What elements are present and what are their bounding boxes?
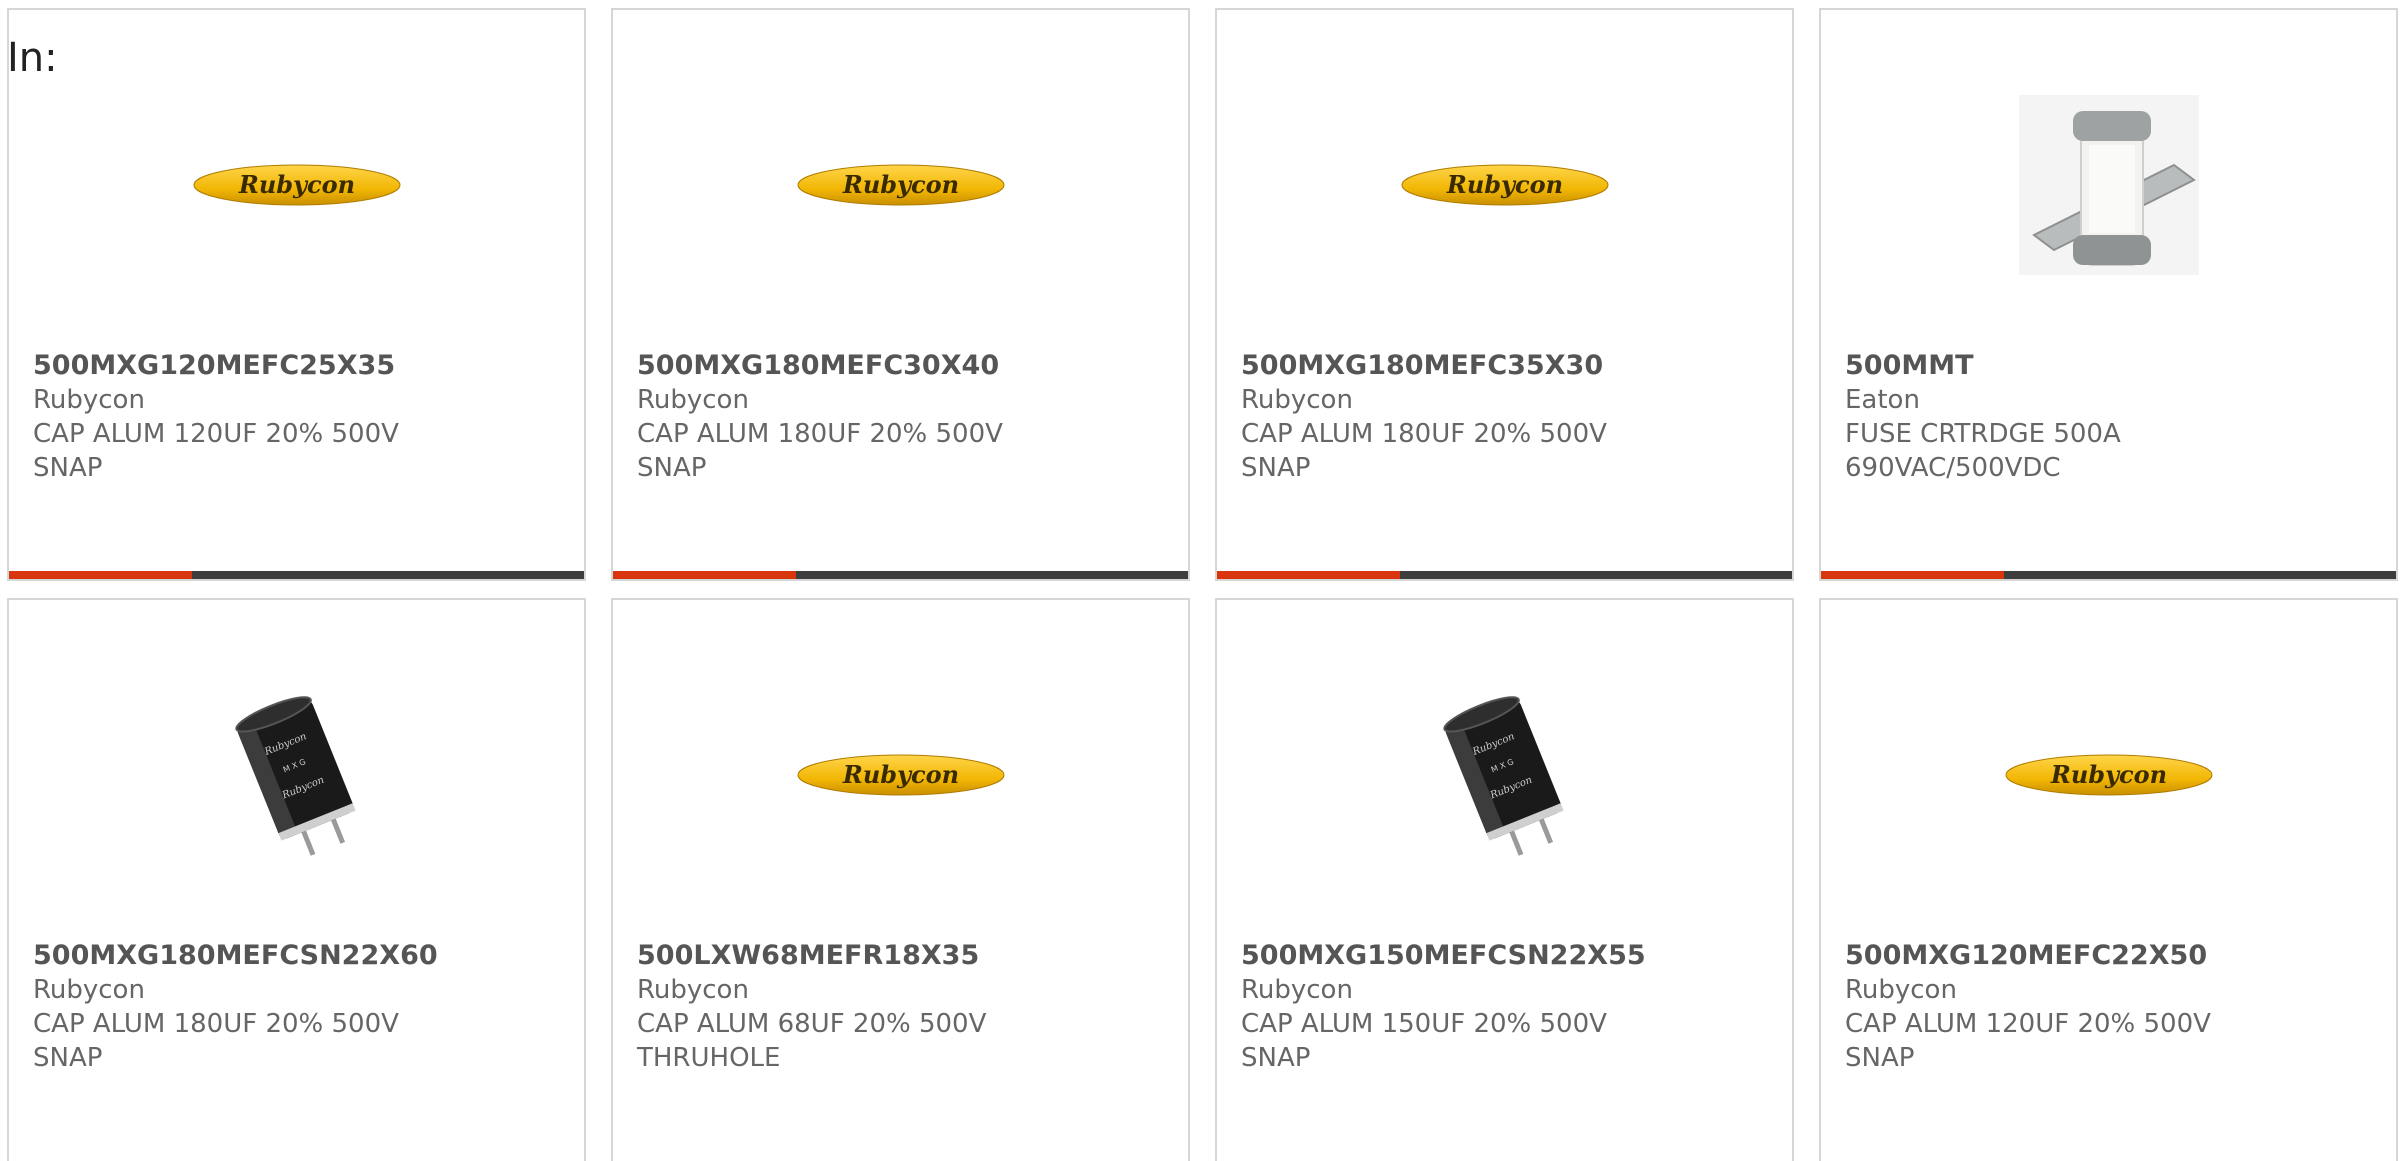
product-card[interactable]: 500MMT Eaton FUSE CRTRDGE 500A 690VAC/50…	[1819, 8, 2398, 581]
product-info: 500MXG180MEFC35X30 Rubycon CAP ALUM 180U…	[1241, 349, 1782, 485]
description-line-2: SNAP	[637, 453, 707, 483]
rubycon-logo-icon: Rubycon	[797, 164, 1004, 206]
product-info: 500LXW68MEFR18X35 Rubycon CAP ALUM 68UF …	[637, 939, 1178, 1075]
part-number[interactable]: 500MXG180MEFC30X40	[637, 349, 1178, 383]
accent-red-segment	[1821, 571, 2004, 579]
logo-text: Rubycon	[237, 170, 354, 199]
capacitor-icon: Rubycon M X G Rubycon	[1442, 696, 1564, 856]
description: CAP ALUM 180UF 20% 500V	[33, 1009, 399, 1039]
card-accent-bar	[9, 571, 584, 579]
product-info: 500MXG120MEFC25X35 Rubycon CAP ALUM 120U…	[33, 349, 574, 485]
product-card[interactable]: Rubycon 500MXG180MEFC30X40 Rubycon CAP A…	[611, 8, 1190, 581]
accent-dark-segment	[2004, 571, 2396, 579]
description: FUSE CRTRDGE 500A	[1845, 419, 2121, 449]
part-number[interactable]: 500MXG180MEFC35X30	[1241, 349, 1782, 383]
description-line-2: SNAP	[1845, 1043, 1915, 1073]
product-image[interactable]	[1821, 70, 2396, 300]
product-info: 500MMT Eaton FUSE CRTRDGE 500A 690VAC/50…	[1845, 349, 2386, 485]
description-line-2: SNAP	[1241, 1043, 1311, 1073]
product-info: 500MXG120MEFC22X50 Rubycon CAP ALUM 120U…	[1845, 939, 2386, 1075]
rubycon-logo-icon: Rubycon	[797, 754, 1004, 796]
manufacturer: Rubycon	[1845, 975, 1957, 1005]
part-number[interactable]: 500MXG120MEFC25X35	[33, 349, 574, 383]
manufacturer: Rubycon	[637, 975, 749, 1005]
product-info: 500MXG150MEFCSN22X55 Rubycon CAP ALUM 15…	[1241, 939, 1782, 1075]
logo-text: Rubycon	[2049, 760, 2166, 789]
description: CAP ALUM 120UF 20% 500V	[1845, 1009, 2211, 1039]
part-number[interactable]: 500MMT	[1845, 349, 2386, 383]
product-card[interactable]: Rubycon 500MXG120MEFC25X35 Rubycon CAP A…	[7, 8, 586, 581]
card-accent-bar	[1217, 571, 1792, 579]
description-line-2: SNAP	[33, 1043, 103, 1073]
description: CAP ALUM 180UF 20% 500V	[637, 419, 1003, 449]
product-image[interactable]: Rubycon M X G Rubycon	[1217, 660, 1792, 890]
rubycon-logo-icon: Rubycon	[193, 164, 400, 206]
card-accent-bar	[613, 571, 1188, 579]
accent-dark-segment	[192, 571, 584, 579]
manufacturer: Rubycon	[1241, 385, 1353, 415]
rubycon-logo-icon: Rubycon	[2005, 754, 2212, 796]
product-image[interactable]: Rubycon	[613, 70, 1188, 300]
part-number[interactable]: 500LXW68MEFR18X35	[637, 939, 1178, 973]
part-number[interactable]: 500MXG180MEFCSN22X60	[33, 939, 574, 973]
description-line-2: SNAP	[1241, 453, 1311, 483]
part-number[interactable]: 500MXG120MEFC22X50	[1845, 939, 2386, 973]
capacitor-icon: Rubycon M X G Rubycon	[234, 696, 356, 856]
description-line-2: SNAP	[33, 453, 103, 483]
product-card[interactable]: Rubycon M X G Rubycon 500MXG180MEFCSN22X…	[7, 598, 586, 1161]
accent-red-segment	[9, 571, 192, 579]
accent-dark-segment	[796, 571, 1188, 579]
manufacturer: Rubycon	[33, 975, 145, 1005]
manufacturer: Rubycon	[637, 385, 749, 415]
accent-red-segment	[613, 571, 796, 579]
logo-text: Rubycon	[841, 760, 958, 789]
description: CAP ALUM 120UF 20% 500V	[33, 419, 399, 449]
filter-prefix-label: In:	[7, 35, 58, 81]
description-line-2: THRUHOLE	[637, 1043, 781, 1073]
product-grid-page: In: Rubycon 500MXG120MEFC25X35 Rubycon C…	[0, 0, 2400, 1161]
product-info: 500MXG180MEFC30X40 Rubycon CAP ALUM 180U…	[637, 349, 1178, 485]
accent-dark-segment	[1400, 571, 1792, 579]
description: CAP ALUM 68UF 20% 500V	[637, 1009, 987, 1039]
manufacturer: Eaton	[1845, 385, 1920, 415]
product-info: 500MXG180MEFCSN22X60 Rubycon CAP ALUM 18…	[33, 939, 574, 1075]
product-image[interactable]: Rubycon	[9, 70, 584, 300]
part-number[interactable]: 500MXG150MEFCSN22X55	[1241, 939, 1782, 973]
card-accent-bar	[1821, 571, 2396, 579]
product-image[interactable]: Rubycon	[613, 660, 1188, 890]
description: CAP ALUM 180UF 20% 500V	[1241, 419, 1607, 449]
logo-text: Rubycon	[841, 170, 958, 199]
product-card[interactable]: Rubycon 500LXW68MEFR18X35 Rubycon CAP AL…	[611, 598, 1190, 1161]
rubycon-logo-icon: Rubycon	[1401, 164, 1608, 206]
product-image[interactable]: Rubycon	[1217, 70, 1792, 300]
manufacturer: Rubycon	[33, 385, 145, 415]
accent-red-segment	[1217, 571, 1400, 579]
product-image[interactable]: Rubycon	[1821, 660, 2396, 890]
product-grid: Rubycon 500MXG120MEFC25X35 Rubycon CAP A…	[7, 8, 2398, 1161]
description-line-2: 690VAC/500VDC	[1845, 453, 2061, 483]
logo-text: Rubycon	[1445, 170, 1562, 199]
product-card[interactable]: Rubycon 500MXG120MEFC22X50 Rubycon CAP A…	[1819, 598, 2398, 1161]
fuse-icon	[2018, 95, 2199, 275]
product-card[interactable]: Rubycon M X G Rubycon 500MXG150MEFCSN22X…	[1215, 598, 1794, 1161]
description: CAP ALUM 150UF 20% 500V	[1241, 1009, 1607, 1039]
product-card[interactable]: Rubycon 500MXG180MEFC35X30 Rubycon CAP A…	[1215, 8, 1794, 581]
product-image[interactable]: Rubycon M X G Rubycon	[9, 660, 584, 890]
manufacturer: Rubycon	[1241, 975, 1353, 1005]
